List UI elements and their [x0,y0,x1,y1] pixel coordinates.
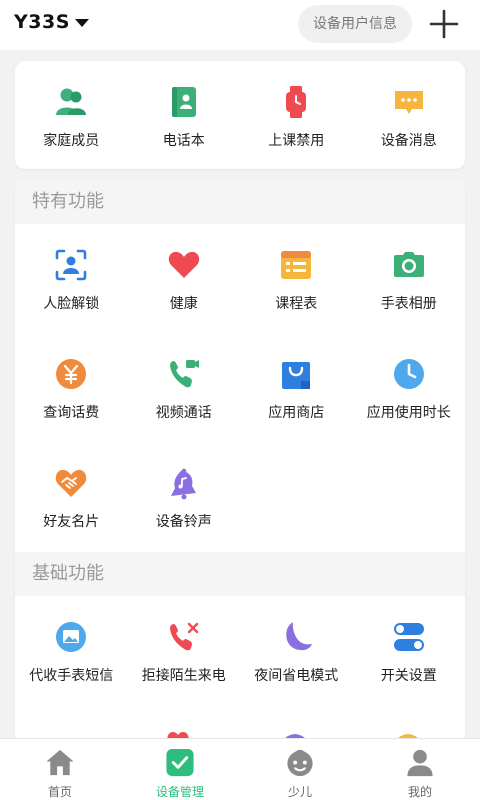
watch-icon [286,86,307,118]
tab-home-label: 首页 [47,785,72,799]
watch-album-item[interactable]: 手表相册 [353,224,466,333]
reject-stranger-label: 拒接陌生来电 [141,668,226,684]
schedule-table-icon [281,251,312,279]
user-profile-icon [407,749,433,777]
tab-mine-label: 我的 [407,785,432,799]
tab-kids[interactable]: 少儿 [240,739,360,800]
basic-features-grid: 代收手表短信 拒接陌生来电 夜间省电模式 开关设置 [15,596,465,705]
app-usage-label: 应用使用时长 [366,405,451,421]
query-bill-item[interactable]: 查询话费 [15,333,128,442]
camera-icon [393,252,424,277]
app-store-item[interactable]: 应用商店 [240,333,353,442]
family-members-label: 家庭成员 [43,133,100,149]
tab-kids-label: 少儿 [287,785,312,799]
toggle-switch-icon [393,623,424,651]
phonebook-label: 电话本 [162,133,205,149]
schedule-item[interactable]: 课程表 [240,224,353,333]
caret-down-icon [74,19,89,27]
tab-home[interactable]: 首页 [0,739,120,800]
device-name: Y33S [14,11,70,33]
face-unlock-label: 人脸解锁 [43,296,100,312]
face-unlock-item[interactable]: 人脸解锁 [15,224,128,333]
kid-face-icon [287,749,313,777]
device-selector[interactable]: Y33S [14,11,89,33]
tab-device-management[interactable]: 设备管理 [120,739,240,800]
bottom-tab-bar: 首页 设备管理 少儿 我的 [0,738,480,800]
reject-call-icon [169,622,198,651]
friend-card-item[interactable]: 好友名片 [15,442,128,551]
home-icon [46,749,74,776]
video-call-label: 视频通话 [155,405,212,421]
device-ringtone-label: 设备铃声 [155,514,212,530]
health-label: 健康 [169,296,198,312]
sms-proxy-item[interactable]: 代收手表短信 [15,596,128,705]
watch-album-label: 手表相册 [380,296,437,312]
handshake-heart-icon [56,469,87,497]
tab-mine[interactable]: 我的 [360,739,480,800]
sms-proxy-label: 代收手表短信 [29,668,114,684]
quick-actions-grid: 家庭成员 电话本 上课禁用 设备消息 [15,61,465,169]
phonebook-item[interactable]: 电话本 [128,61,241,169]
clock-icon [393,359,424,389]
family-members-item[interactable]: 家庭成员 [15,61,128,169]
moon-icon [286,622,313,651]
class-disable-label: 上课禁用 [268,133,325,149]
friend-card-label: 好友名片 [43,514,100,530]
reject-stranger-item[interactable]: 拒接陌生来电 [128,596,241,705]
features-card: 特有功能 人脸解锁 健康 课程表 手表相册 查询话费 视频通话 应用商店 应用使… [15,180,465,800]
special-features-grid: 人脸解锁 健康 课程表 手表相册 查询话费 视频通话 应用商店 应用使用时长 好… [15,224,465,551]
shopping-bag-icon [282,362,311,389]
heart-icon [168,251,199,278]
night-saving-item[interactable]: 夜间省电模式 [240,596,353,705]
class-disable-item[interactable]: 上课禁用 [240,61,353,169]
query-bill-label: 查询话费 [43,405,100,421]
device-message-item[interactable]: 设备消息 [353,61,466,169]
switch-settings-item[interactable]: 开关设置 [353,596,466,705]
tab-device-management-label: 设备管理 [155,785,204,799]
device-message-label: 设备消息 [380,133,437,149]
basic-features-title: 基础功能 [15,552,465,596]
switch-settings-label: 开关设置 [380,668,437,684]
face-scan-icon [55,249,87,281]
plus-icon[interactable] [428,8,460,40]
image-message-icon [56,622,87,652]
quick-actions-card: 家庭成员 电话本 上课禁用 设备消息 [15,61,465,169]
app-store-label: 应用商店 [268,405,325,421]
device-ringtone-item[interactable]: 设备铃声 [128,442,241,551]
phonebook-icon [171,87,196,117]
video-phone-icon [169,360,199,388]
app-usage-item[interactable]: 应用使用时长 [353,333,466,442]
top-header: Y33S 设备用户信息 [0,0,480,50]
yuan-coin-icon [56,359,87,389]
health-item[interactable]: 健康 [128,224,241,333]
schedule-label: 课程表 [275,296,318,312]
special-features-title: 特有功能 [15,180,465,224]
device-user-info-button[interactable]: 设备用户信息 [298,5,412,43]
check-square-icon [166,748,194,777]
family-members-icon [56,88,87,115]
bell-icon [170,468,196,500]
message-bubble-icon [394,91,423,114]
night-saving-label: 夜间省电模式 [254,668,339,684]
video-call-item[interactable]: 视频通话 [128,333,241,442]
